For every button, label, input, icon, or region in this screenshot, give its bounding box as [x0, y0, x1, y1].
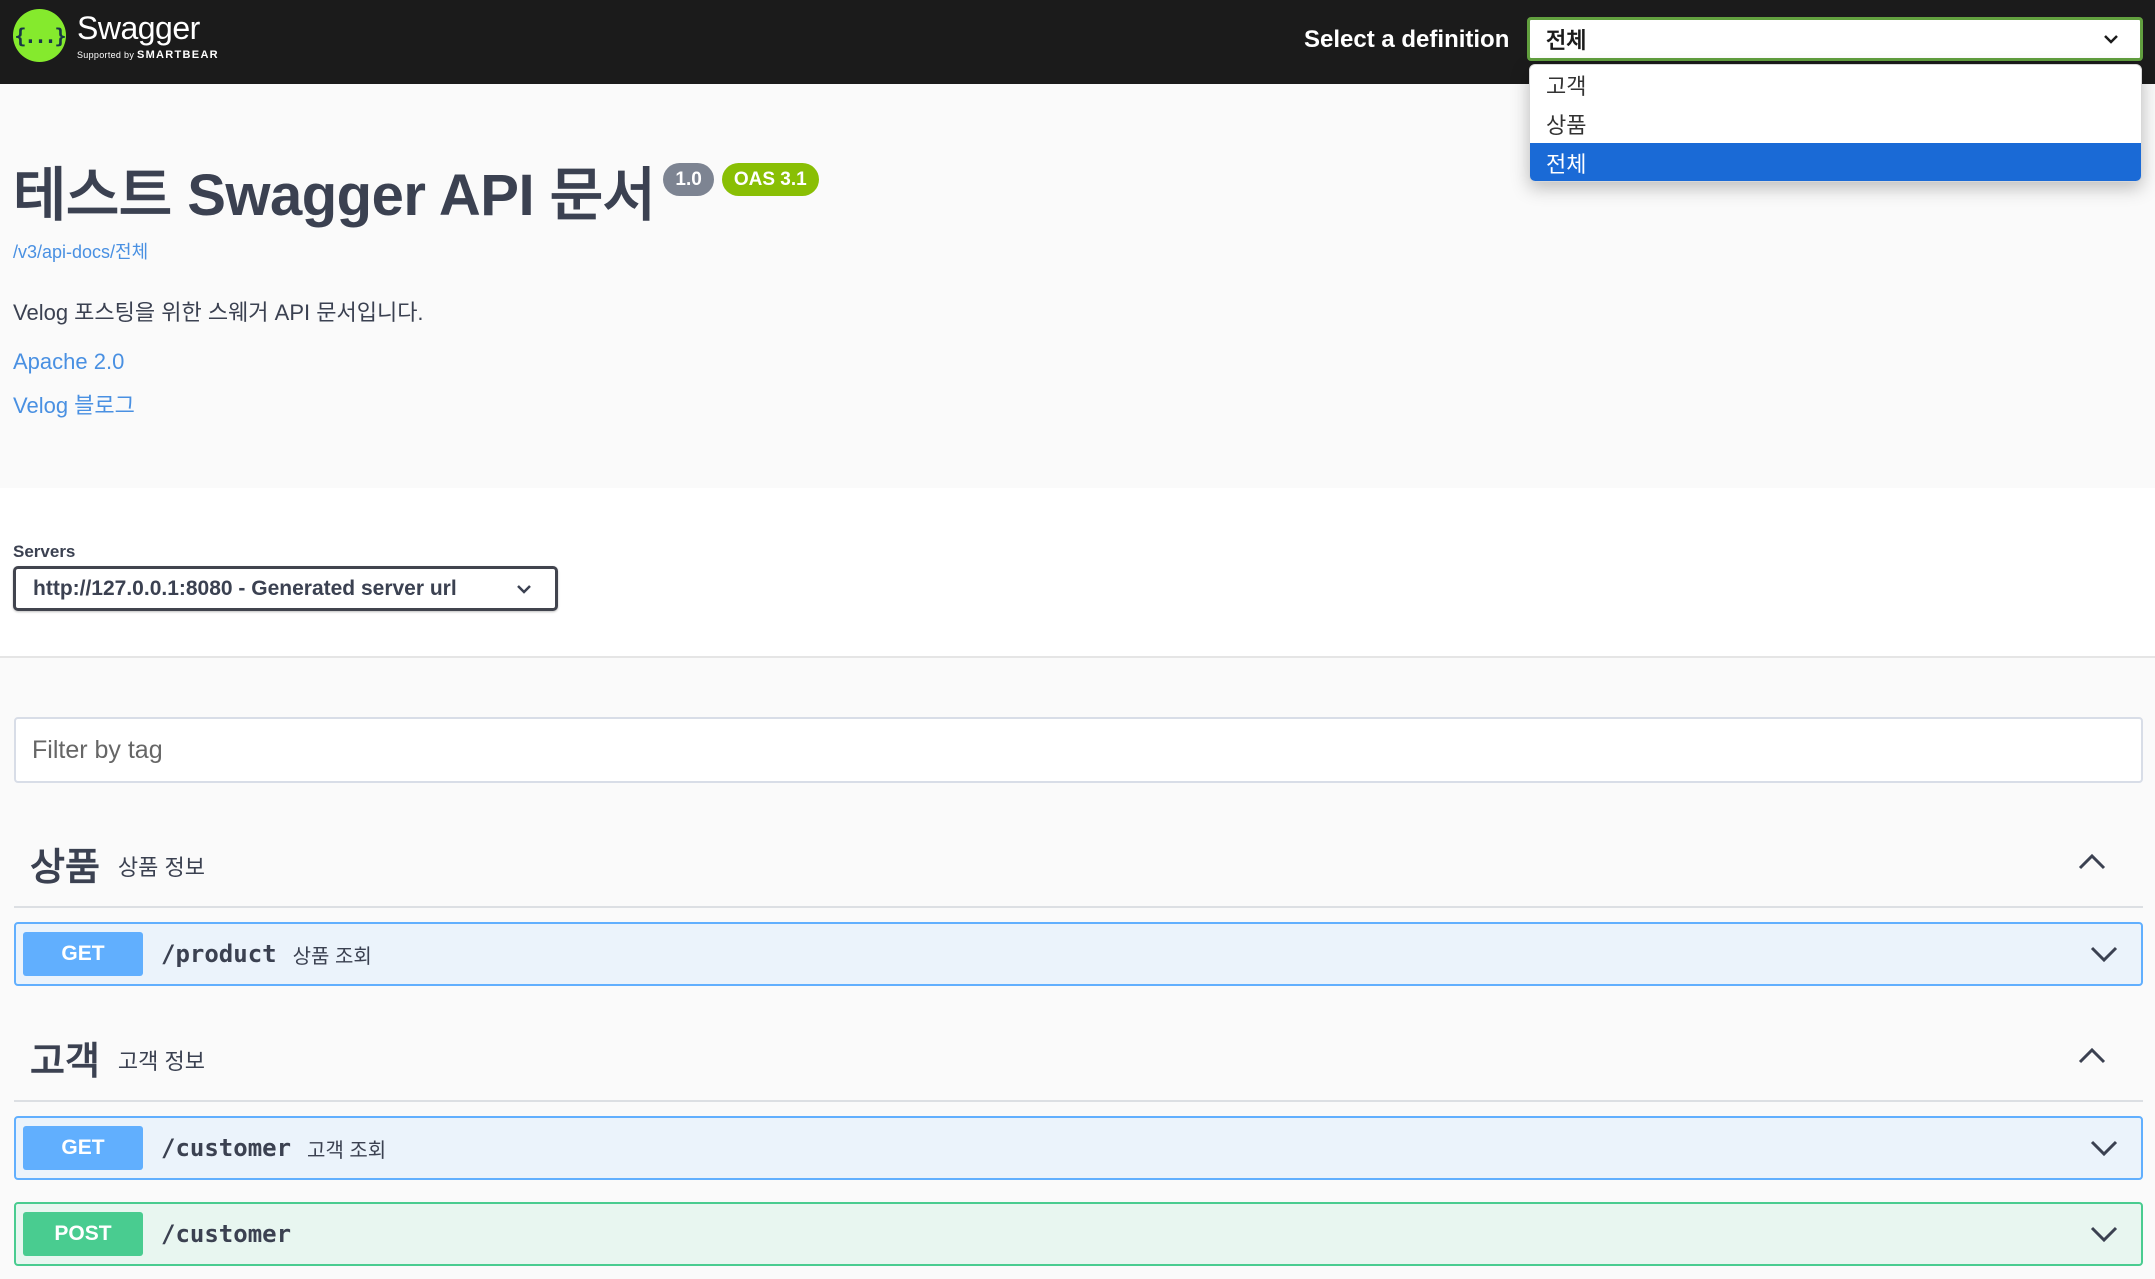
license-link[interactable]: Apache 2.0: [13, 349, 124, 375]
operation-get-product[interactable]: GET /product 상품 조회: [14, 922, 2143, 986]
definition-dropdown-list: 고객 상품 전체: [1529, 64, 2142, 182]
method-badge: GET: [23, 932, 143, 976]
tag-header-customer[interactable]: 고객 고객 정보: [14, 1014, 2143, 1102]
tag-name: 고객: [30, 1040, 100, 1083]
page-title: 테스트 Swagger API 문서: [13, 163, 656, 228]
chevron-down-icon: [2104, 35, 2118, 44]
operation-path: /customer: [161, 1220, 292, 1248]
tag-description: 상품 정보: [117, 855, 205, 880]
operation-summary: 고객 조회: [307, 1139, 387, 1162]
chevron-down-icon: [2090, 946, 2118, 963]
operation-summary: 상품 조회: [292, 945, 372, 968]
definition-select[interactable]: 전체: [1527, 17, 2143, 61]
servers-section: Servers http://127.0.0.1:8080 - Generate…: [0, 488, 2155, 658]
operation-path: /product: [161, 940, 277, 968]
operation-post-customer[interactable]: POST /customer: [14, 1202, 2143, 1266]
filter-by-tag-input[interactable]: Filter by tag: [14, 717, 2143, 783]
chevron-down-icon: [2090, 1226, 2118, 1243]
definition-label: Select a definition: [1304, 26, 1510, 53]
api-title-block: 테스트 Swagger API 문서 1.0 OAS 3.1: [13, 161, 819, 231]
chevron-down-icon: [2090, 1140, 2118, 1157]
api-description: Velog 포스팅을 위한 스웨거 API 문서입니다.: [13, 300, 424, 325]
definition-option-product[interactable]: 상품: [1530, 104, 2141, 143]
servers-select-value: http://127.0.0.1:8080 - Generated server…: [33, 576, 457, 600]
logo-name: Swagger: [77, 9, 200, 46]
definition-option-all[interactable]: 전체: [1530, 143, 2141, 181]
chevron-down-icon: [517, 585, 531, 594]
tag-name: 상품: [30, 846, 100, 889]
operation-get-customer[interactable]: GET /customer 고객 조회: [14, 1116, 2143, 1180]
spec-url-link[interactable]: /v3/api-docs/전체: [13, 238, 148, 264]
tag-header-product[interactable]: 상품 상품 정보: [14, 820, 2143, 908]
chevron-up-icon: [2078, 1047, 2106, 1064]
logo-subtitle: Supported by SMARTBEAR: [77, 48, 219, 61]
oas-badge: OAS 3.1: [721, 163, 819, 196]
blog-link[interactable]: Velog 블로그: [13, 388, 135, 420]
servers-label: Servers: [13, 542, 76, 561]
tag-description: 고객 정보: [117, 1049, 205, 1074]
swagger-logo[interactable]: {...} Swagger Supported by SMARTBEAR: [13, 9, 219, 62]
chevron-up-icon: [2078, 853, 2106, 870]
method-badge: GET: [23, 1126, 143, 1170]
servers-select[interactable]: http://127.0.0.1:8080 - Generated server…: [13, 566, 558, 611]
version-badge: 1.0: [663, 163, 714, 196]
definition-select-value: 전체: [1546, 28, 1587, 53]
operation-path: /customer: [161, 1134, 292, 1162]
method-badge: POST: [23, 1212, 143, 1256]
swagger-logo-icon: {...}: [13, 9, 67, 62]
definition-option-customer[interactable]: 고객: [1530, 65, 2141, 104]
